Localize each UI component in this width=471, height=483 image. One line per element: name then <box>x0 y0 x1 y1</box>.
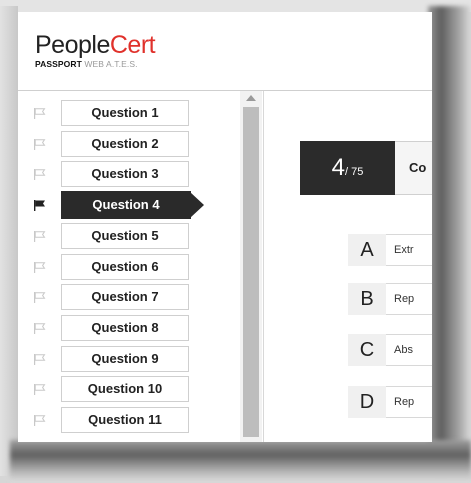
answer-option[interactable]: D Rep <box>348 386 432 418</box>
question-button[interactable]: Question 10 <box>61 376 189 403</box>
flag-icon[interactable] <box>33 384 47 396</box>
frame-left <box>0 6 18 476</box>
question-button[interactable]: Question 5 <box>61 222 189 249</box>
question-button[interactable]: Question 3 <box>61 161 189 188</box>
question-total: / 75 <box>345 166 364 178</box>
flag-icon[interactable] <box>33 200 47 212</box>
option-text[interactable]: Extr <box>386 234 432 266</box>
flag-icon[interactable] <box>33 322 47 334</box>
scroll-up-arrow-icon[interactable] <box>246 95 256 101</box>
frame-top <box>0 0 471 12</box>
sidebar-scrollbar[interactable] <box>240 91 262 442</box>
question-counter: 4/ 75 <box>300 141 395 195</box>
sidebar-question-item[interactable]: Question 2 <box>18 130 233 157</box>
peoplecert-logo: PeopleCert PASSPORT WEB A.T.E.S. <box>35 31 156 69</box>
sidebar-question-item[interactable]: Question 8 <box>18 314 233 341</box>
option-text[interactable]: Abs <box>386 334 432 366</box>
sidebar-question-item[interactable]: Question 6 <box>18 253 233 280</box>
flag-icon[interactable] <box>33 108 47 119</box>
scroll-thumb[interactable] <box>243 107 259 437</box>
question-button[interactable]: Question 8 <box>61 314 189 341</box>
question-button[interactable]: Question 2 <box>61 130 189 157</box>
option-text[interactable]: Rep <box>386 283 432 315</box>
sidebar-question-item[interactable]: Question 9 <box>18 345 233 372</box>
question-button[interactable]: Question 1 <box>61 100 189 126</box>
answer-option[interactable]: A Extr <box>348 234 432 266</box>
option-letter[interactable]: D <box>348 386 386 418</box>
logo-accent: Cert <box>109 31 156 59</box>
frame-bottom-shadow <box>10 440 471 483</box>
option-letter[interactable]: B <box>348 283 386 315</box>
flag-icon[interactable] <box>33 138 47 150</box>
option-letter[interactable]: A <box>348 234 386 266</box>
sidebar-question-item[interactable]: Question 3 <box>18 161 233 188</box>
question-panel: 4/ 75 Co A Extr B Rep C Abs D Rep <box>264 91 432 442</box>
answer-option[interactable]: B Rep <box>348 283 432 315</box>
exam-window: PeopleCert PASSPORT WEB A.T.E.S. Questio… <box>18 12 432 442</box>
flag-icon[interactable] <box>33 353 47 365</box>
flag-icon[interactable] <box>33 230 47 242</box>
flag-icon[interactable] <box>33 292 47 304</box>
sidebar-question-item[interactable]: Question 7 <box>18 284 233 311</box>
app-header: PeopleCert PASSPORT WEB A.T.E.S. <box>18 12 432 90</box>
answer-option[interactable]: C Abs <box>348 334 432 366</box>
option-letter[interactable]: C <box>348 334 386 366</box>
question-button[interactable]: Question 9 <box>61 345 189 372</box>
question-button[interactable]: Question 11 <box>61 407 189 433</box>
question-button[interactable]: Question 4 <box>61 191 204 220</box>
sidebar-question-item[interactable]: Question 11 <box>18 407 233 433</box>
sidebar-question-item[interactable]: Question 1 <box>18 100 233 126</box>
sidebar-question-item[interactable]: Question 4 <box>18 191 233 220</box>
sidebar-question-item[interactable]: Question 10 <box>18 376 233 403</box>
option-text[interactable]: Rep <box>386 386 432 418</box>
question-text: Co <box>395 141 432 195</box>
logo-sub-light: WEB A.T.E.S. <box>84 59 138 69</box>
logo-sub-bold: PASSPORT <box>35 59 82 69</box>
flag-icon[interactable] <box>33 261 47 273</box>
logo-primary: People <box>35 31 110 59</box>
flag-icon[interactable] <box>33 415 47 426</box>
question-button[interactable]: Question 7 <box>61 284 189 311</box>
sidebar-question-item[interactable]: Question 5 <box>18 222 233 249</box>
question-navigator: Question 1 Question 2 Question 3 Question 4… <box>18 91 264 442</box>
question-number: 4 <box>331 154 345 181</box>
frame-right-shadow <box>428 6 471 476</box>
flag-icon[interactable] <box>33 169 47 181</box>
question-header: 4/ 75 Co <box>300 141 432 195</box>
question-button[interactable]: Question 6 <box>61 253 189 280</box>
